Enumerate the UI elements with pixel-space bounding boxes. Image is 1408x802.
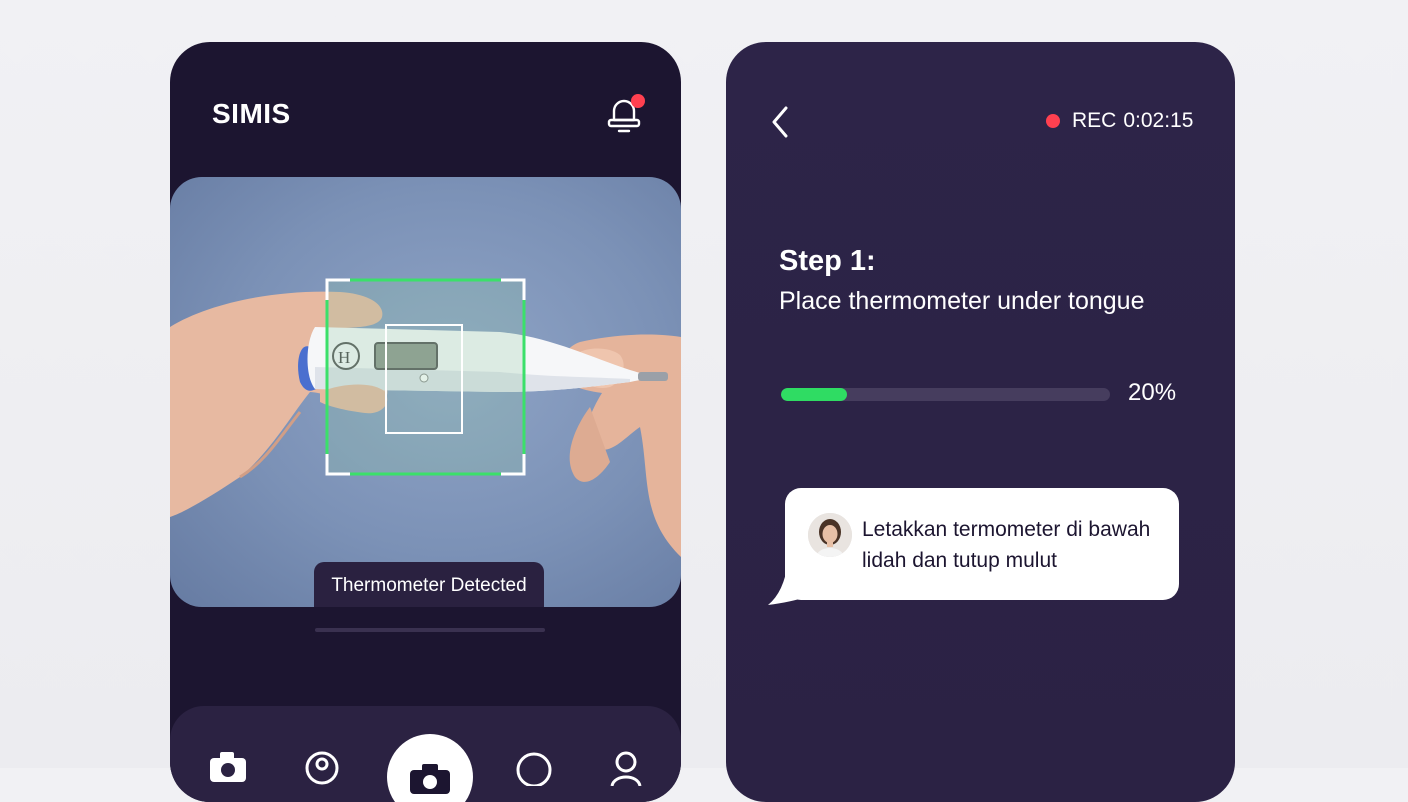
camera-viewfinder: H Thermometer Detected bbox=[170, 177, 681, 607]
assistant-message-bubble: Letakkan termometer di bawah lidah dan t… bbox=[785, 488, 1179, 600]
recording-label: REC bbox=[1072, 109, 1117, 132]
guidance-screen: REC 0:02:15 Step 1: Place thermometer un… bbox=[726, 42, 1235, 802]
shutter-camera-icon bbox=[410, 764, 450, 794]
app-brand: SIMIS bbox=[212, 98, 291, 129]
shutter-button[interactable] bbox=[387, 734, 473, 802]
detection-label: Thermometer Detected bbox=[314, 562, 544, 607]
recording-indicator: REC 0:02:15 bbox=[1046, 109, 1193, 133]
user-icon[interactable] bbox=[604, 746, 648, 786]
drag-handle[interactable] bbox=[315, 628, 545, 632]
assistant-message-text: Letakkan termometer di bawah lidah dan t… bbox=[862, 518, 1151, 572]
profile-icon[interactable] bbox=[300, 746, 344, 786]
progress-bar bbox=[781, 388, 1110, 401]
chevron-left-icon[interactable] bbox=[766, 102, 796, 142]
notification-badge bbox=[631, 94, 645, 108]
progress-percentage: 20% bbox=[1128, 379, 1177, 406]
progress-fill bbox=[781, 388, 847, 401]
chat-icon[interactable] bbox=[512, 746, 556, 786]
bottom-navigation bbox=[170, 706, 681, 802]
step-instruction: Place thermometer under tongue bbox=[779, 287, 1145, 315]
recording-time: 0:02:15 bbox=[1123, 109, 1194, 132]
assistant-avatar bbox=[808, 513, 852, 557]
step-title: Step 1: bbox=[779, 245, 876, 277]
camera-screen: SIMIS H Thermometer Detected bbox=[170, 42, 681, 802]
camera-icon[interactable] bbox=[206, 746, 250, 786]
recording-dot bbox=[1046, 114, 1060, 128]
thermometer-scene: H bbox=[170, 278, 681, 557]
